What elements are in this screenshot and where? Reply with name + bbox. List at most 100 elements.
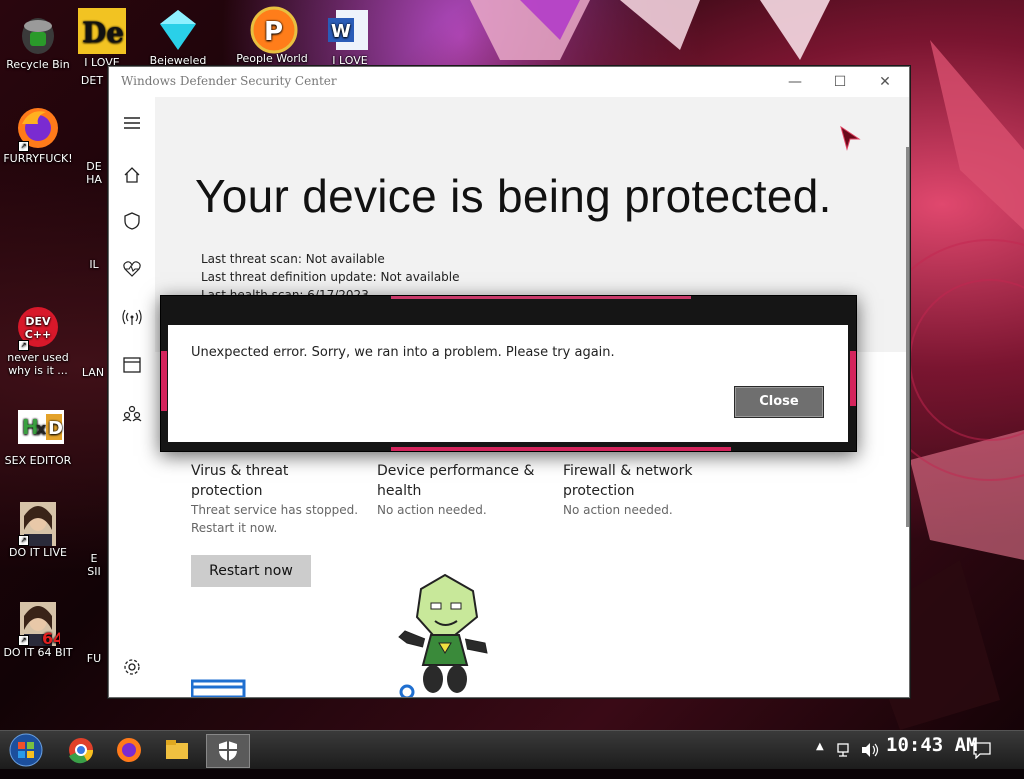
- health-heart-icon[interactable]: [122, 259, 142, 279]
- dialog-close-button[interactable]: Close: [734, 386, 824, 418]
- last-definition-update: Last threat definition update: Not avail…: [201, 270, 460, 284]
- svg-text:W: W: [331, 21, 351, 42]
- scrollbar[interactable]: [906, 147, 909, 527]
- devcpp-icon: DEV C++ ↗: [16, 305, 60, 351]
- family-options-icon[interactable]: [122, 403, 142, 423]
- app-browser-control-icon[interactable]: [122, 355, 142, 375]
- word-icon: W: [328, 8, 372, 52]
- stat-value: Not available: [305, 252, 385, 266]
- desktop-icon-label: SII: [87, 565, 101, 578]
- window-titlebar[interactable]: Windows Defender Security Center — ☐ ✕: [109, 67, 909, 97]
- close-window-button[interactable]: ✕: [865, 71, 905, 93]
- taskbar-chrome[interactable]: [62, 734, 100, 766]
- desktop-icon-partial-det[interactable]: De I LOVE: [72, 8, 132, 69]
- taskbar-firefox[interactable]: [110, 734, 148, 766]
- shortcut-arrow-icon: ↗: [18, 141, 29, 152]
- network-icon[interactable]: [836, 742, 854, 758]
- desktop-icon-hxd[interactable]: HxD SEX EDITOR: [0, 408, 78, 467]
- desktop-icon-label: HA: [86, 173, 102, 186]
- desktop-icon-label: IL: [89, 258, 99, 271]
- de-app-icon: De: [78, 8, 126, 54]
- restart-now-button[interactable]: Restart now: [191, 555, 311, 587]
- stat-label: Last threat definition update:: [201, 270, 377, 284]
- protection-headline: Your device is being protected.: [195, 170, 832, 222]
- desktop-icon-recycle-bin[interactable]: Recycle Bin: [0, 12, 78, 71]
- app-control-tile-icon: [191, 679, 246, 697]
- taskbar-defender[interactable]: [206, 734, 250, 768]
- dialog-accent-top: [391, 296, 691, 299]
- nav-sidebar: [109, 97, 155, 697]
- shortcut-arrow-icon: ↗: [18, 535, 29, 546]
- desktop-icon-word[interactable]: W I LOVE: [310, 8, 390, 67]
- desktop-icon-label: SEX EDITOR: [4, 454, 72, 467]
- dialog-body: Unexpected error. Sorry, we ran into a p…: [168, 325, 848, 442]
- desktop-icon-partial-e-sii[interactable]: E SII: [80, 510, 108, 578]
- desktop-icon-partial-de-ha[interactable]: DE HA: [80, 120, 108, 186]
- taskbar-clock[interactable]: 10:43 AM: [886, 734, 978, 756]
- svg-text:64: 64: [42, 629, 60, 648]
- shield-icon[interactable]: [122, 211, 142, 231]
- desktop-icon-firefox[interactable]: ↗ FURRYFUCK!: [0, 106, 78, 165]
- hxd-hex-editor-icon: HxD: [16, 408, 64, 452]
- card-device-performance[interactable]: Device performance & health No action ne…: [377, 461, 547, 519]
- desktop-icon-label: FU: [86, 652, 102, 665]
- firefox-icon: [117, 738, 141, 762]
- card-virus-threat[interactable]: Virus & threat protection Threat service…: [191, 461, 361, 537]
- p-game-icon: P: [250, 6, 298, 54]
- desktop-icon-label: Recycle Bin: [6, 58, 70, 71]
- desktop-icon-label: DE: [86, 160, 102, 173]
- dialog-accent-right: [850, 351, 856, 406]
- card-subtitle: No action needed.: [563, 503, 673, 517]
- svg-text:De: De: [82, 16, 124, 49]
- svg-text:P: P: [264, 17, 283, 47]
- error-message: Unexpected error. Sorry, we ran into a p…: [191, 345, 615, 360]
- desktop-icon-label: E: [90, 552, 98, 565]
- card-title: Device performance & health: [377, 463, 535, 499]
- home-icon[interactable]: [122, 165, 142, 185]
- stat-label: Last threat scan:: [201, 252, 302, 266]
- dialog-accent-left: [161, 351, 167, 411]
- window-title: Windows Defender Security Center: [121, 74, 337, 88]
- card-subtitle: No action needed.: [377, 503, 487, 517]
- svg-text:D: D: [48, 418, 63, 439]
- network-antenna-icon[interactable]: [122, 307, 142, 327]
- desktop-icon-bejeweled[interactable]: Bejeweled: [148, 8, 208, 67]
- volume-icon[interactable]: [860, 742, 880, 758]
- desktop-icon-partial-det-line2: DET: [72, 74, 112, 87]
- desktop-icon-label: never used why is it ...: [7, 351, 69, 377]
- desktop-icon-do-it-live[interactable]: ↗ DO IT LIVE: [0, 500, 78, 559]
- shortcut-arrow-icon: ↗: [18, 340, 29, 351]
- card-title: Virus & threat protection: [191, 463, 289, 499]
- card-title: Firewall & network protection: [563, 463, 693, 499]
- dialog-accent-bottom: [391, 447, 731, 451]
- chrome-icon: [69, 738, 94, 764]
- firefox-icon: ↗: [16, 106, 60, 152]
- desktop-icon-lan[interactable]: LAN: [78, 310, 108, 379]
- svg-text:DEV: DEV: [25, 315, 51, 328]
- settings-gear-icon[interactable]: [122, 657, 142, 677]
- maximize-button[interactable]: ☐: [820, 71, 860, 93]
- desktop-icon-partial-il[interactable]: IL: [80, 258, 108, 271]
- card-subtitle: Threat service has stopped. Restart it n…: [191, 503, 359, 535]
- hamburger-menu-icon[interactable]: [122, 113, 142, 133]
- portrait-icon: ↗: [16, 500, 60, 546]
- last-threat-scan: Last threat scan: Not available: [201, 252, 385, 266]
- card-firewall-network[interactable]: Firewall & network protection No action …: [563, 461, 733, 519]
- svg-text:x: x: [36, 419, 47, 438]
- desktop-icon-do-it-64-bit[interactable]: 64 ↗ DO IT 64 BIT: [0, 600, 78, 659]
- recycle-bin-icon: [16, 12, 60, 56]
- start-button-icon[interactable]: [8, 732, 44, 768]
- tray-expand-icon[interactable]: ▲: [816, 741, 824, 779]
- minimize-button[interactable]: —: [775, 71, 815, 93]
- desktop-icon-devcpp[interactable]: DEV C++ ↗ never used why is it ...: [0, 305, 78, 377]
- portrait-64-icon: 64 ↗: [16, 600, 64, 648]
- mouse-cursor-icon: [840, 125, 861, 151]
- desktop-icon-fu[interactable]: FU: [80, 600, 108, 665]
- desktop-icon-label: FURRYFUCK!: [3, 152, 73, 165]
- defender-shield-icon: [219, 741, 237, 761]
- folder-icon: [166, 740, 188, 759]
- taskbar-file-explorer[interactable]: [158, 734, 196, 766]
- desktop-icon-label: DET: [80, 74, 104, 87]
- error-dialog: Unexpected error. Sorry, we ran into a p…: [160, 295, 857, 452]
- taskbar: ▲: [0, 730, 1024, 769]
